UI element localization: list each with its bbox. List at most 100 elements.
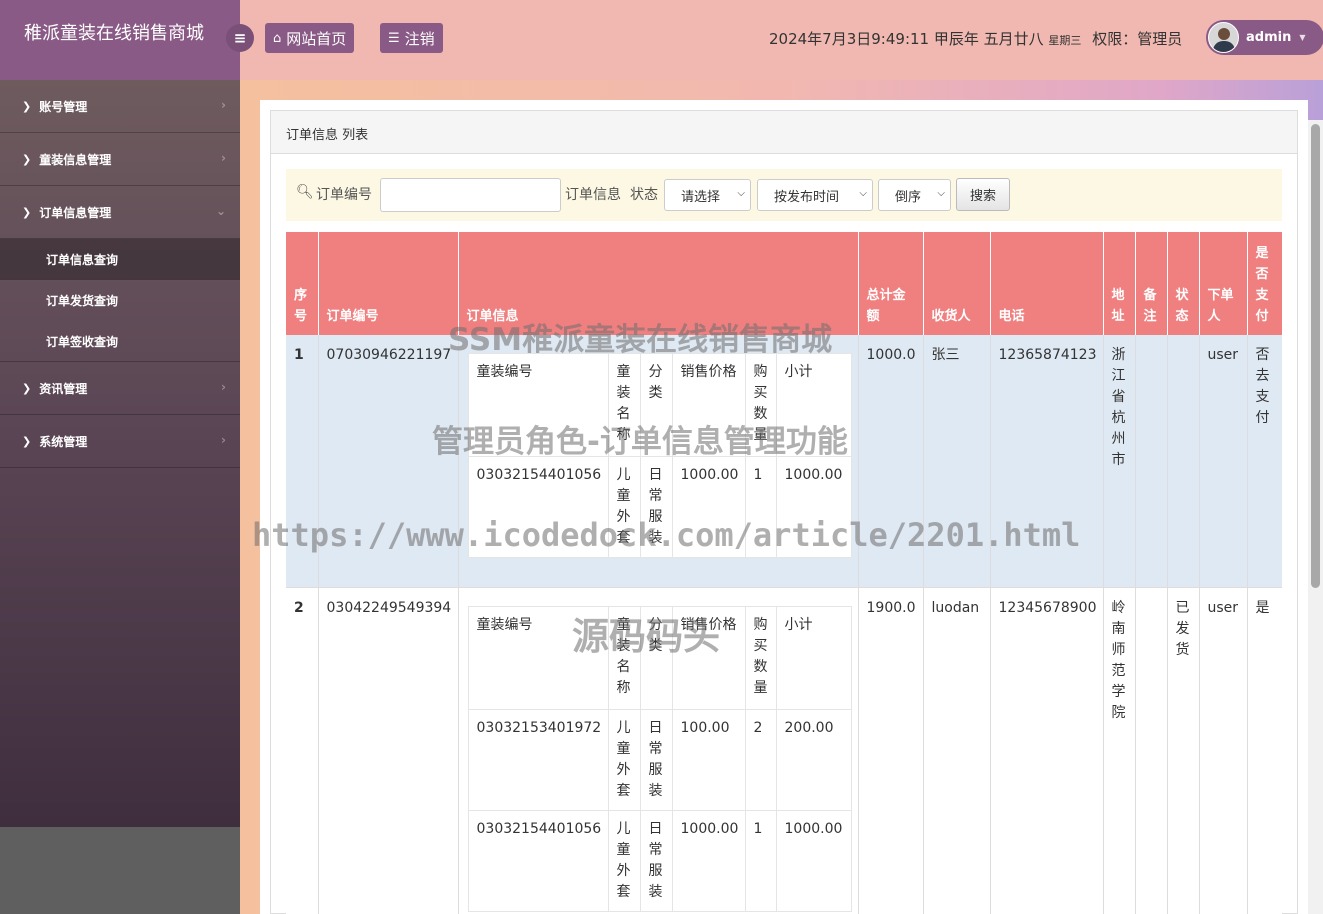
- item-code: 03032154401056: [467, 809, 609, 912]
- logout-button[interactable]: ☰ 注销: [380, 23, 443, 53]
- cell-order-info: 童装编号 童装名称 分类 销售价格 购买数量 小计 03032153401972…: [458, 587, 859, 914]
- cell-orderer: user: [1199, 335, 1248, 588]
- cell-remark: [1135, 335, 1168, 588]
- header-seq: 序号: [286, 232, 319, 335]
- item-subtotal: 1000.00: [775, 456, 852, 558]
- permission-text: 权限：管理员: [1092, 30, 1183, 48]
- sidebar-item-clothing[interactable]: ❯ 童装信息管理 ›: [0, 133, 240, 186]
- status-label: 状态: [630, 187, 658, 203]
- items-header-category: 分类: [639, 605, 673, 710]
- chevron-right-icon: ❯: [22, 381, 32, 395]
- cell-phone: 12365874123: [990, 335, 1104, 588]
- header-receiver: 收货人: [923, 232, 991, 335]
- pay-link[interactable]: 否去支付: [1247, 335, 1282, 588]
- home-button[interactable]: ⌂ 网站首页: [265, 23, 355, 53]
- order-items-table: 童装编号 童装名称 分类 销售价格 购买数量 小计 03032154401056…: [467, 353, 852, 558]
- sidebar-subitem-receipt-query[interactable]: 订单签收查询: [0, 321, 240, 362]
- sidebar-item-orders[interactable]: ❯ 订单信息管理 ⌄: [0, 186, 240, 239]
- cell-paid: 是: [1247, 587, 1282, 914]
- chevron-right-icon: ❯: [22, 205, 32, 219]
- cell-receiver: 张三: [923, 335, 991, 588]
- search-icon: 🔍︎: [296, 184, 314, 200]
- item-category: 日常服装: [639, 809, 673, 912]
- items-header-qty: 购买数量: [744, 605, 777, 710]
- item-subtotal: 200.00: [775, 708, 852, 811]
- table-header-row: 序号 订单编号 订单信息 总计金额 收货人 电话 地址 备注 状态 下单人 是否…: [286, 232, 1282, 335]
- cell-order-info: 童装编号 童装名称 分类 销售价格 购买数量 小计 03032154401056…: [458, 335, 859, 588]
- items-header-subtotal: 小计: [775, 605, 852, 710]
- item-qty: 1: [744, 456, 777, 558]
- order-table: 序号 订单编号 订单信息 总计金额 收货人 电话 地址 备注 状态 下单人 是否…: [286, 232, 1282, 914]
- sidebar-item-system[interactable]: ❯ 系统管理 ›: [0, 415, 240, 468]
- chevron-right-icon: ›: [221, 98, 226, 112]
- header-order-info: 订单信息: [458, 232, 859, 335]
- items-header-name: 童装名称: [607, 605, 641, 710]
- header-order-no: 订单编号: [318, 232, 459, 335]
- menu-toggle-icon[interactable]: ≡: [226, 24, 254, 52]
- home-button-label: 网站首页: [286, 29, 347, 48]
- header-status: 状态: [1167, 232, 1200, 335]
- list-icon: ☰: [388, 30, 400, 46]
- chevron-down-icon: ⌵: [937, 188, 945, 199]
- item-qty: 1: [744, 809, 777, 912]
- weekday-text: 星期三: [1048, 34, 1082, 47]
- header-paid: 是否支付: [1247, 232, 1282, 335]
- cell-receiver: luodan: [923, 587, 991, 914]
- cell-remark: [1135, 587, 1168, 914]
- sidebar-item-label: 订单信息管理: [39, 205, 112, 220]
- sidebar-item-news[interactable]: ❯ 资讯管理 ›: [0, 362, 240, 415]
- item-code: 03032153401972: [467, 708, 609, 811]
- sidebar-subitem-shipping-query[interactable]: 订单发货查询: [0, 280, 240, 321]
- order-select[interactable]: 倒序 ⌵: [878, 179, 951, 211]
- caret-down-icon: ▼: [1299, 33, 1306, 42]
- chevron-down-icon: ⌄: [215, 204, 226, 218]
- order-select-value: 倒序: [895, 189, 922, 205]
- items-header-name: 童装名称: [607, 353, 641, 457]
- item-qty: 2: [744, 708, 777, 811]
- cell-orderer: user: [1199, 587, 1248, 914]
- item-subtotal: 1000.00: [775, 809, 852, 912]
- cell-order-no: 03042249549394: [318, 587, 459, 914]
- search-bar: 🔍︎ 订单编号 订单信息 状态 请选择 ⌵ 按发布时间 ⌵ 倒序 ⌵ 搜索: [286, 169, 1282, 221]
- sidebar-item-label: 童装信息管理: [39, 152, 112, 167]
- chevron-right-icon: ›: [221, 151, 226, 165]
- items-header-row: 童装编号 童装名称 分类 销售价格 购买数量 小计: [467, 605, 852, 710]
- item-name: 儿童外套: [607, 708, 641, 811]
- brand-title: 稚派童装在线销售商城: [0, 0, 240, 80]
- items-header-subtotal: 小计: [775, 353, 852, 457]
- chevron-down-icon: ⌵: [859, 188, 867, 199]
- item-row: 03032154401056 儿童外套 日常服装 1000.00 1 1000.…: [467, 456, 852, 558]
- header-remark: 备注: [1135, 232, 1168, 335]
- scrollbar-thumb[interactable]: [1311, 124, 1320, 588]
- items-header-price: 销售价格: [671, 605, 746, 710]
- sidebar-subitem-order-query[interactable]: 订单信息查询: [0, 239, 240, 280]
- status-select[interactable]: 请选择 ⌵: [664, 179, 751, 211]
- cell-address: 浙江省杭州市: [1103, 335, 1136, 588]
- order-no-input[interactable]: [380, 178, 561, 212]
- sort-select[interactable]: 按发布时间 ⌵: [757, 179, 873, 211]
- datetime-text: 2024年7月3日9:49:11 甲辰年 五月廿八: [769, 30, 1044, 48]
- items-header-row: 童装编号 童装名称 分类 销售价格 购买数量 小计: [467, 353, 852, 457]
- cell-status: 已发货: [1167, 587, 1200, 914]
- cell-phone: 12345678900: [990, 587, 1104, 914]
- cell-order-no: 07030946221197: [318, 335, 459, 588]
- search-button[interactable]: 搜索: [956, 178, 1010, 211]
- chevron-right-icon: ❯: [22, 99, 32, 113]
- status-select-value: 请选择: [681, 189, 721, 205]
- chevron-right-icon: ›: [221, 380, 226, 394]
- item-code: 03032154401056: [467, 456, 609, 558]
- items-header-category: 分类: [639, 353, 673, 457]
- table-row: 2 03042249549394 童装编号 童装名称 分类 销售价格 购买数量 …: [286, 587, 1282, 914]
- avatar: [1208, 22, 1239, 53]
- items-header-qty: 购买数量: [744, 353, 777, 457]
- cell-address: 岭南师范学院: [1103, 587, 1136, 914]
- header-phone: 电话: [990, 232, 1104, 335]
- user-menu[interactable]: admin ▼: [1206, 20, 1323, 55]
- chevron-right-icon: ❯: [22, 152, 32, 166]
- cell-total: 1000.0: [858, 335, 924, 588]
- order-items-table: 童装编号 童装名称 分类 销售价格 购买数量 小计 03032153401972…: [467, 605, 852, 912]
- items-header-code: 童装编号: [467, 353, 609, 457]
- sidebar-item-account[interactable]: ❯ 账号管理 ›: [0, 80, 240, 133]
- logout-button-label: 注销: [404, 29, 435, 48]
- item-category: 日常服装: [639, 456, 673, 558]
